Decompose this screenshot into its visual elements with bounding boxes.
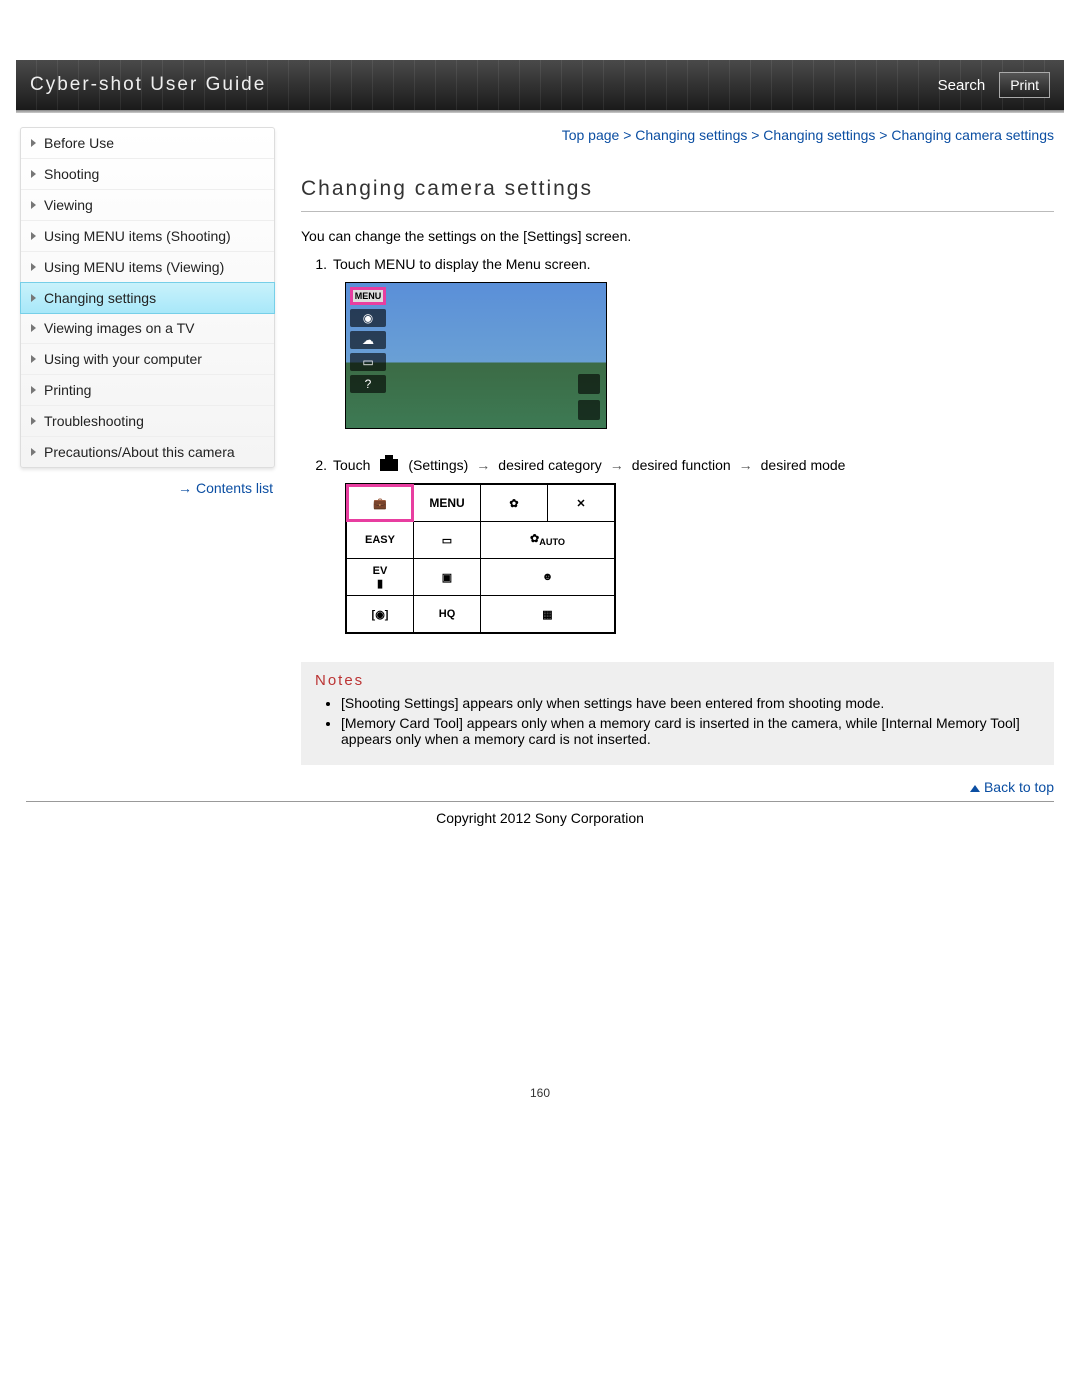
step2-part-a: Touch (333, 457, 370, 473)
copyright-text: Copyright 2012 Sony Corporation (16, 802, 1064, 866)
sidebar-item-label: Printing (44, 382, 91, 398)
ev-cell: EV▮ (346, 559, 414, 596)
sidebar-item-label: Viewing (44, 197, 93, 213)
aspect-cell: ▦ (481, 596, 616, 634)
chevron-right-icon (31, 294, 36, 302)
back-to-top-label: Back to top (984, 779, 1054, 795)
contents-list-label: Contents list (196, 480, 273, 496)
scn-cell: ▣ (414, 559, 481, 596)
easy-cell: EASY (346, 522, 414, 559)
notes-title: Notes (315, 672, 1040, 689)
chevron-right-icon (31, 232, 36, 240)
step2-part-d: desired function (632, 457, 731, 473)
step-1: 1. Touch MENU to display the Menu screen… (301, 256, 1054, 272)
chevron-right-icon (31, 170, 36, 178)
sidebar-item-viewing-tv[interactable]: Viewing images on a TV (21, 313, 274, 344)
sidebar-item-label: Using MENU items (Viewing) (44, 259, 224, 275)
sidebar-item-computer[interactable]: Using with your computer (21, 344, 274, 375)
chevron-right-icon (31, 263, 36, 271)
camera-screenshot: MENU ◉ ☁ ▭ ? (345, 282, 607, 429)
camera-ui-icon: ◉ (350, 309, 386, 327)
sidebar-item-viewing[interactable]: Viewing (21, 190, 274, 221)
arrow-right-icon: → (476, 457, 490, 473)
sidebar-item-label: Before Use (44, 135, 114, 151)
chevron-right-icon (31, 324, 36, 332)
arrow-right-icon: → (178, 480, 192, 496)
step-number: 1. (301, 256, 333, 272)
sidebar-item-troubleshooting[interactable]: Troubleshooting (21, 406, 274, 437)
step-text: Touch (Settings) → desired category → de… (333, 457, 1054, 473)
grid-cell: ▭ (414, 522, 481, 559)
smile-cell: ☻ (481, 559, 616, 596)
arrow-up-icon (970, 785, 980, 792)
sidebar-item-changing-settings[interactable]: Changing settings (20, 282, 275, 314)
close-cell: ✕ (548, 484, 616, 522)
chevron-right-icon (31, 201, 36, 209)
note-item: [Memory Card Tool] appears only when a m… (341, 715, 1040, 747)
header-bar: Cyber-shot User Guide Search Print (16, 60, 1064, 111)
search-link[interactable]: Search (938, 77, 986, 94)
sidebar-item-label: Using with your computer (44, 351, 202, 367)
sidebar-item-precautions[interactable]: Precautions/About this camera (21, 437, 274, 467)
heading-rule (301, 211, 1054, 212)
step2-part-b: (Settings) (408, 457, 468, 473)
step-text: Touch MENU to display the Menu screen. (333, 256, 1054, 272)
sidebar-item-label: Viewing images on a TV (44, 320, 194, 336)
menu-button-highlight: MENU (350, 287, 386, 305)
sidebar-item-shooting[interactable]: Shooting (21, 159, 274, 190)
guide-title: Cyber-shot User Guide (30, 74, 266, 96)
print-button[interactable]: Print (999, 72, 1050, 98)
chevron-right-icon (31, 355, 36, 363)
hq-cell: HQ (414, 596, 481, 634)
sidebar-item-label: Precautions/About this camera (44, 444, 235, 460)
flower-cell: ✿AUTO (481, 522, 616, 559)
settings-cell-highlight: 💼 (346, 484, 414, 522)
sidebar-item-label: Troubleshooting (44, 413, 144, 429)
chevron-right-icon (31, 139, 36, 147)
step2-part-c: desired category (498, 457, 602, 473)
back-to-top-link[interactable]: Back to top (16, 765, 1064, 801)
sidebar-nav: Before Use Shooting Viewing Using MENU i… (20, 127, 275, 468)
camera-ui-icon (578, 400, 600, 420)
arrow-right-icon: → (610, 457, 624, 473)
sidebar-item-before-use[interactable]: Before Use (21, 128, 274, 159)
sidebar-item-label: Using MENU items (Shooting) (44, 228, 231, 244)
chevron-right-icon (31, 386, 36, 394)
breadcrumb[interactable]: Top page > Changing settings > Changing … (301, 127, 1054, 143)
page-number: 160 (16, 866, 1064, 1120)
focus-cell: [◉] (346, 596, 414, 634)
step-number: 2. (301, 457, 333, 473)
figure-menu-grid: 💼 MENU ✿ ✕ EASY ▭ ✿AUTO EV▮ ▣ ☻ (345, 483, 1054, 634)
menu-grid: 💼 MENU ✿ ✕ EASY ▭ ✿AUTO EV▮ ▣ ☻ (345, 483, 616, 634)
notes-box: Notes [Shooting Settings] appears only w… (301, 662, 1054, 765)
arrow-right-icon: → (739, 457, 753, 473)
camera-ui-icon: ? (350, 375, 386, 393)
gear-cell: ✿ (481, 484, 548, 522)
page-heading: Changing camera settings (301, 177, 1054, 201)
camera-ui-icon: ☁ (350, 331, 386, 349)
sidebar-item-label: Changing settings (44, 290, 156, 306)
contents-list-link[interactable]: →Contents list (20, 468, 275, 496)
step-2: 2. Touch (Settings) → desired category →… (301, 457, 1054, 473)
chevron-right-icon (31, 417, 36, 425)
menu-header-cell: MENU (414, 484, 481, 522)
note-item: [Shooting Settings] appears only when se… (341, 695, 1040, 711)
toolbox-icon (380, 459, 398, 471)
sidebar-item-printing[interactable]: Printing (21, 375, 274, 406)
intro-text: You can change the settings on the [Sett… (301, 228, 1054, 244)
sidebar-item-label: Shooting (44, 166, 99, 182)
chevron-right-icon (31, 448, 36, 456)
sidebar-item-menu-viewing[interactable]: Using MENU items (Viewing) (21, 252, 274, 283)
camera-ui-icon: ▭ (350, 353, 386, 371)
camera-ui-icon (578, 374, 600, 394)
step2-part-e: desired mode (761, 457, 846, 473)
sidebar-item-menu-shooting[interactable]: Using MENU items (Shooting) (21, 221, 274, 252)
figure-menu-screen: MENU ◉ ☁ ▭ ? (345, 282, 1054, 429)
